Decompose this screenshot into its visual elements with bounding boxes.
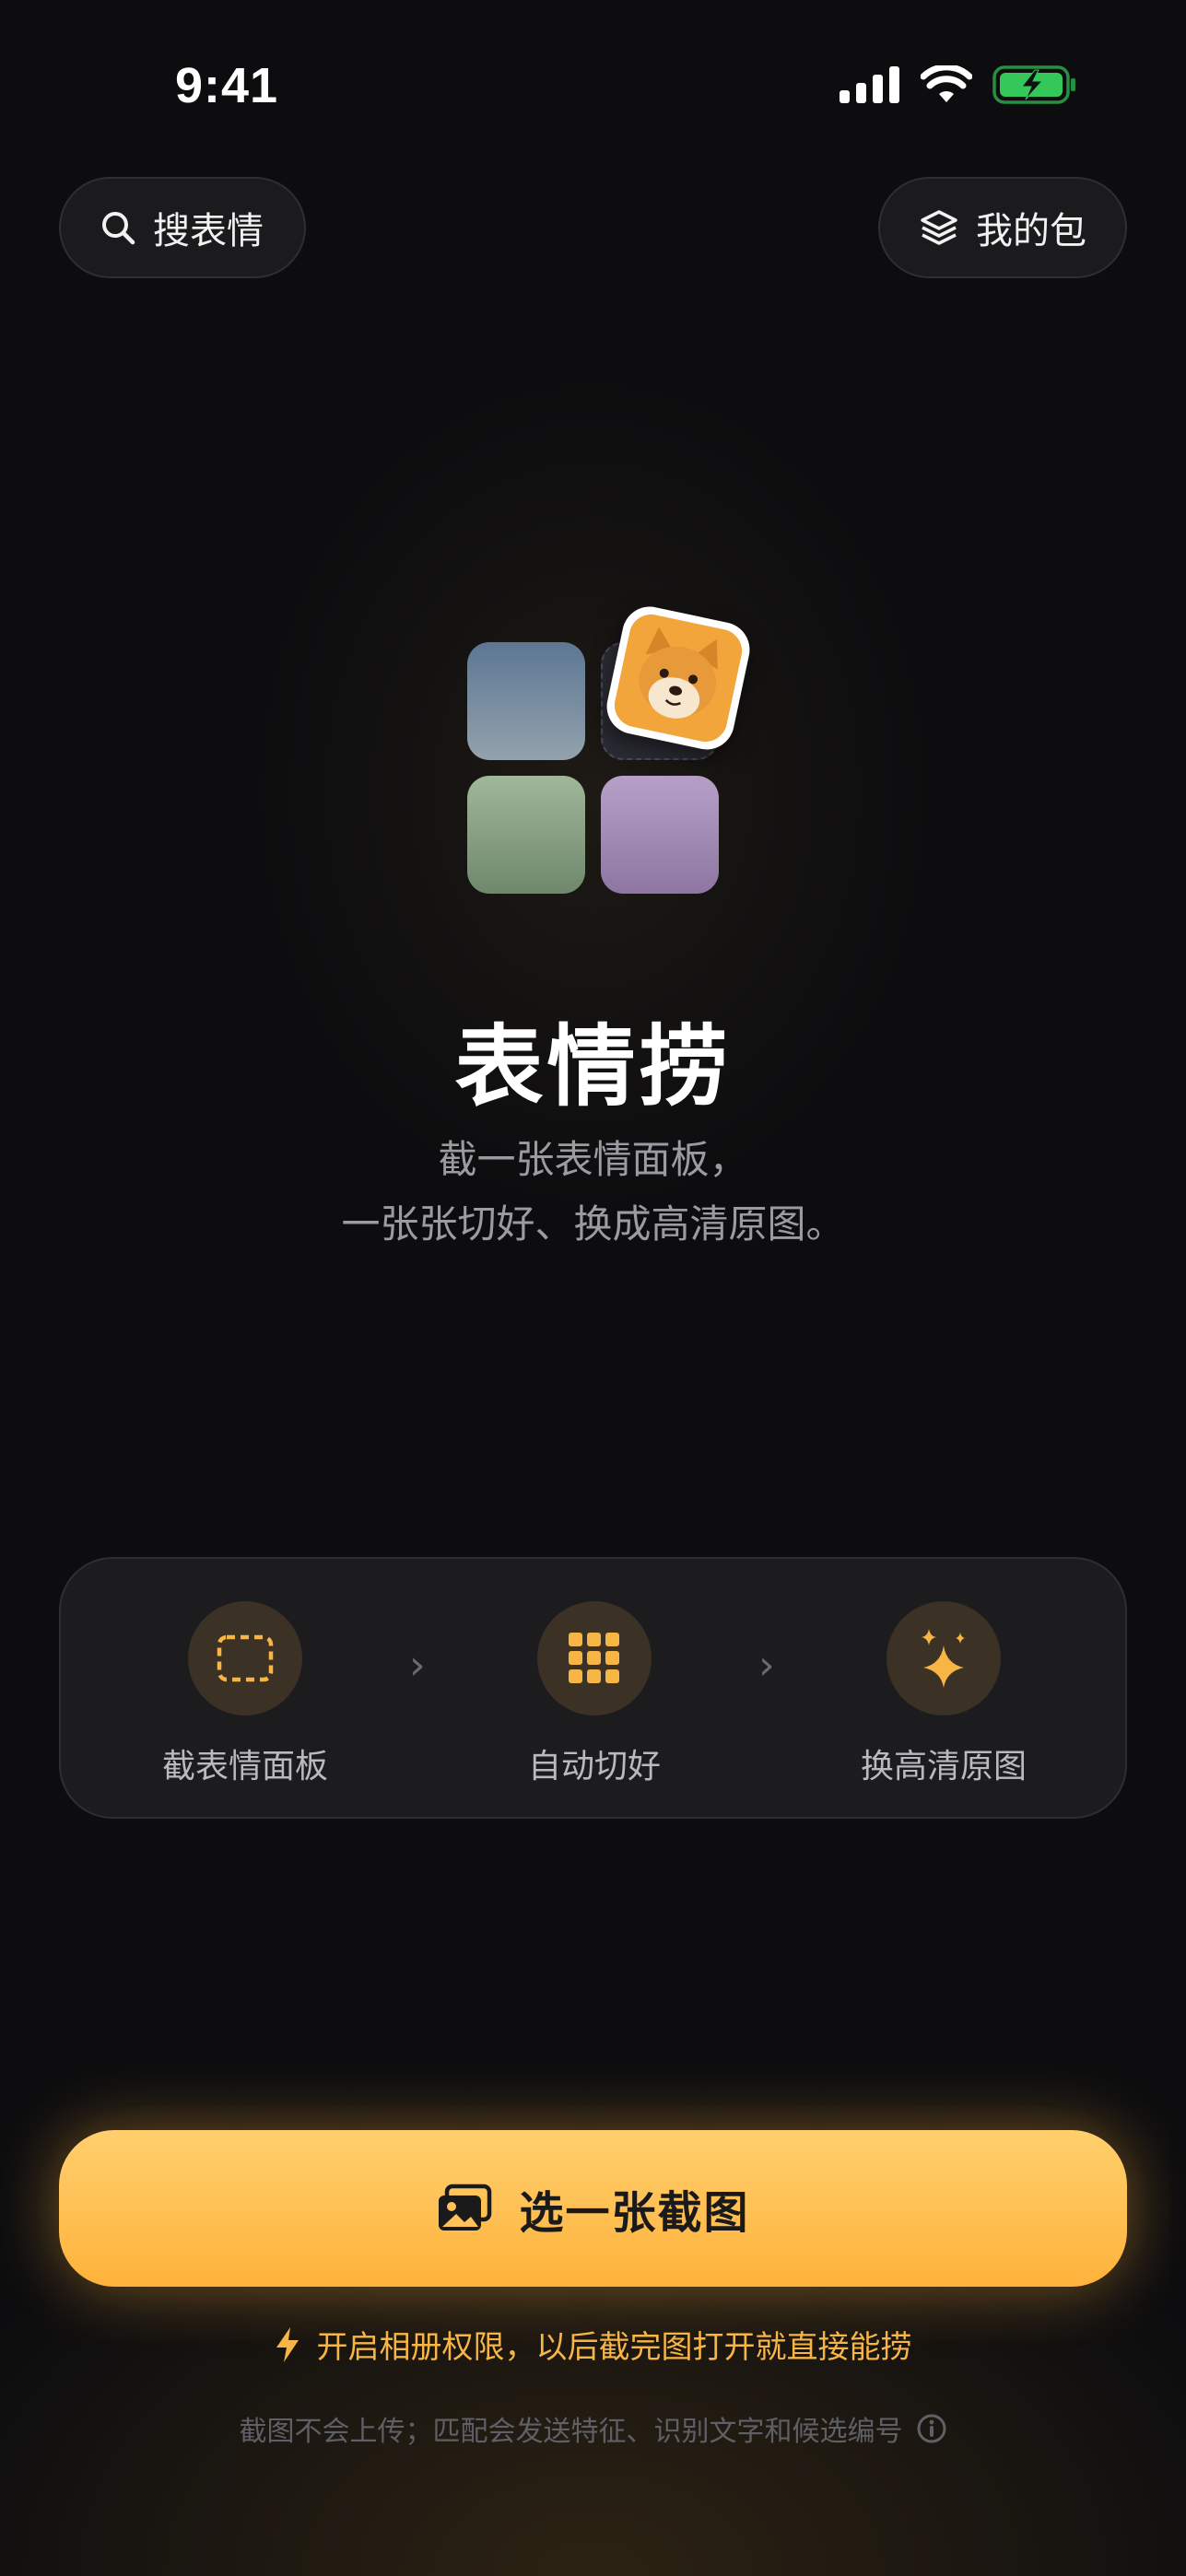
app-subtitle-line1: 截一张表情面板， (438, 1137, 748, 1182)
choose-screenshot-button[interactable]: 选一张截图 (59, 2130, 1127, 2287)
chevron-right-icon: › (409, 1642, 426, 1689)
photo-permission-hint-text: 开启相册权限，以后截完图打开就直接能捞 (316, 2329, 912, 2366)
search-icon (102, 212, 135, 245)
wifi-icon (921, 65, 972, 102)
choose-screenshot-label: 选一张截图 (519, 2187, 750, 2239)
sparkles-icon (922, 1629, 965, 1688)
bolt-icon (276, 2326, 299, 2362)
privacy-note: 截图不会上传；匹配会发送特征、识别文字和候选编号 (0, 2408, 1186, 2449)
chevron-right-icon: › (758, 1642, 775, 1689)
search-button[interactable]: 搜表情 (59, 177, 306, 278)
step-label: 换高清原图 (860, 1748, 1027, 1786)
info-icon[interactable] (916, 2413, 947, 2444)
step-hd-original: 换高清原图 (805, 1601, 1082, 1787)
step-auto-cut: 自动切好 (456, 1601, 733, 1787)
step-label: 截表情面板 (161, 1748, 328, 1786)
step-icon-circle (537, 1601, 652, 1715)
photos-icon (439, 2184, 492, 2231)
step-label: 自动切好 (527, 1748, 661, 1786)
search-button-label: 搜表情 (153, 210, 264, 252)
doge-sticker-icon (601, 601, 756, 755)
steps-card: 截表情面板 › 自动切好 › 换高清原图 (59, 1557, 1127, 1819)
my-packs-button-label: 我的包 (976, 210, 1086, 252)
step-icon-circle (188, 1601, 302, 1715)
status-time: 9:41 (175, 58, 279, 113)
grid-icon (569, 1633, 619, 1683)
app-subtitle-line2: 一张张切好、换成高清原图。 (341, 1201, 845, 1247)
preview-tile-blue (467, 642, 585, 760)
battery-charging-icon (992, 65, 1075, 104)
privacy-note-text: 截图不会上传；匹配会发送特征、识别文字和候选编号 (239, 2416, 903, 2448)
cellular-signal-icon (840, 66, 899, 103)
layers-icon (921, 210, 957, 245)
preview-tile-purple (601, 776, 719, 894)
photo-permission-hint[interactable]: 开启相册权限，以后截完图打开就直接能捞 (0, 2322, 1186, 2367)
preview-tile-green (467, 776, 585, 894)
step-icon-circle (887, 1601, 1001, 1715)
app-title: 表情捞 (454, 1015, 732, 1118)
dashed-selection-icon (217, 1634, 274, 1682)
step-screenshot-panel: 截表情面板 (107, 1601, 383, 1787)
status-icons (840, 64, 1077, 105)
my-packs-button[interactable]: 我的包 (878, 177, 1127, 278)
